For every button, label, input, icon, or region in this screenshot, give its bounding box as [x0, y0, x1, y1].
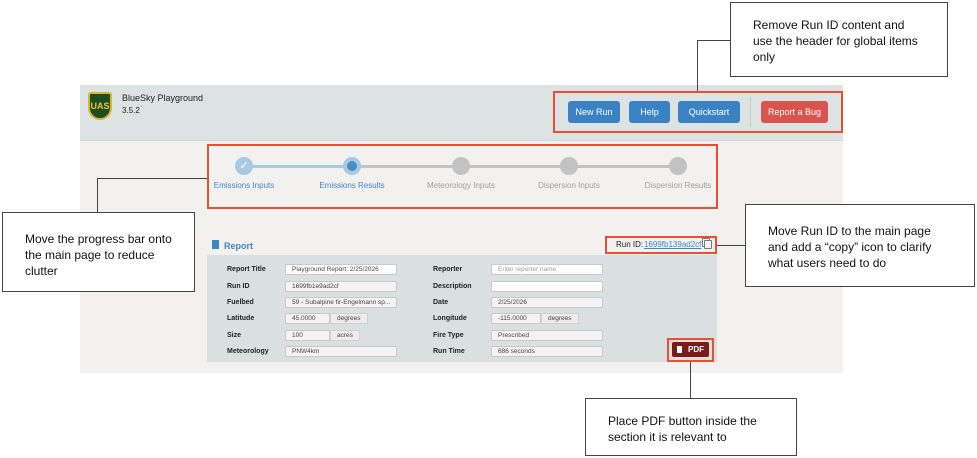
divider	[750, 97, 751, 127]
field-label: Description	[433, 283, 472, 290]
pdf-label: PDF	[688, 345, 704, 354]
pdf-button[interactable]: PDF	[672, 342, 709, 357]
field-label: Fuelbed	[227, 299, 254, 306]
app-version: 3.5.2	[122, 106, 140, 115]
step-label: Dispersion Inputs	[538, 181, 600, 190]
progress-highlight	[207, 144, 718, 209]
field-label: Date	[433, 299, 449, 306]
annotation-progress: Move the progress bar onto the main page…	[2, 212, 195, 292]
field-input[interactable]: Prescribed	[491, 330, 603, 341]
annotation-run-id: Move Run ID to the main page and add a “…	[745, 204, 975, 287]
step-emissions-inputs[interactable]: ✓	[235, 157, 253, 175]
report-bug-button[interactable]: Report a Bug	[761, 101, 828, 123]
field-input[interactable]: Playground Report: 2/25/2026	[285, 264, 397, 275]
field-input: 1699fb1e9ad2cf	[285, 281, 397, 292]
copy-icon[interactable]	[704, 240, 712, 249]
step-dispersion-results[interactable]	[669, 157, 687, 175]
unit-label: degrees	[330, 313, 368, 324]
step-emissions-results[interactable]	[343, 157, 361, 175]
new-run-button[interactable]: New Run	[568, 101, 620, 123]
field-input[interactable]: 2/25/2026	[491, 297, 603, 308]
step-meteorology-inputs[interactable]	[452, 157, 470, 175]
field-label: Run Time	[433, 348, 465, 355]
unit-label: acres	[330, 330, 360, 341]
field-label: Size	[227, 332, 242, 339]
field-label: Reporter	[433, 266, 463, 273]
run-id-label: Run ID:	[616, 240, 644, 249]
report-heading: Report	[224, 241, 253, 251]
run-id-link[interactable]: 1699fb139ad2cf	[644, 240, 701, 249]
report-icon	[212, 240, 219, 249]
file-icon	[677, 346, 682, 353]
field-label: Fire Type	[433, 332, 464, 339]
field-input[interactable]: PNW4km	[285, 346, 397, 357]
field-label: Latitude	[227, 315, 255, 322]
field-label: Longitude	[433, 315, 467, 322]
field-input[interactable]: 686 seconds	[491, 346, 603, 357]
field-input[interactable]: 100	[285, 330, 330, 341]
field-input[interactable]: -115.0000	[491, 313, 541, 324]
step-label: Meteorology Inputs	[426, 181, 496, 190]
step-label: Emissions Results	[319, 181, 385, 190]
annotation-header: Remove Run ID content and use the header…	[730, 2, 948, 77]
field-label: Meteorology	[227, 348, 269, 355]
agency-logo: UAS	[88, 92, 112, 120]
annotation-pdf: Place PDF button inside the section it i…	[585, 398, 797, 456]
step-label: Emissions Inputs	[213, 181, 275, 190]
field-input[interactable]: Enter reporter name	[491, 264, 603, 275]
unit-label: degrees	[541, 313, 579, 324]
field-input[interactable]: 59 - Subalpine fir-Engelmann sp...	[285, 297, 397, 308]
progress-track	[352, 165, 678, 168]
field-input[interactable]	[491, 281, 603, 292]
quickstart-button[interactable]: Quickstart	[678, 101, 740, 123]
step-label: Dispersion Results	[644, 181, 712, 190]
step-dispersion-inputs[interactable]	[560, 157, 578, 175]
help-button[interactable]: Help	[629, 101, 670, 123]
app-title: BlueSky Playground	[122, 93, 204, 103]
field-label: Run ID	[227, 283, 250, 290]
field-input[interactable]: 45.0000	[285, 313, 330, 324]
field-label: Report Title	[227, 266, 266, 273]
progress-track-done	[244, 165, 352, 168]
